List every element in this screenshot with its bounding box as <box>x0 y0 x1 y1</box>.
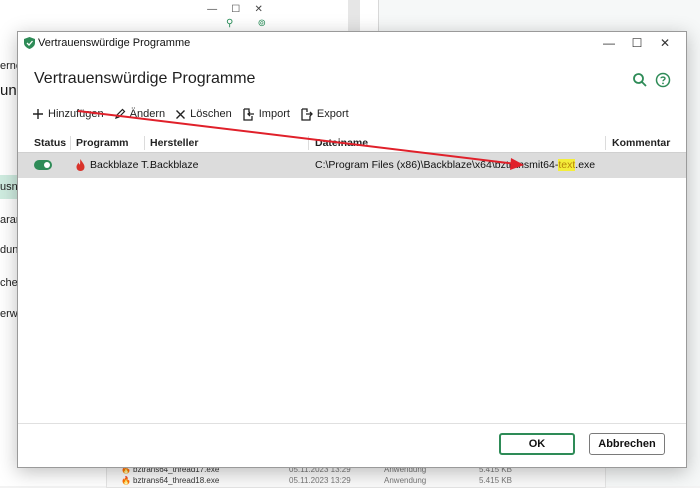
file-type: Anwendung <box>384 476 427 485</box>
ok-button[interactable]: OK <box>499 433 575 455</box>
close-button[interactable]: ✕ <box>650 34 680 52</box>
import-button-label: Import <box>258 108 290 120</box>
cancel-button[interactable]: Abbrechen <box>589 433 665 455</box>
table-row[interactable]: Backblaze T... Backblaze C:\Program File… <box>18 153 686 178</box>
window-title: Vertrauenswürdige Programme <box>38 37 191 49</box>
page-title: Vertrauenswürdige Programme <box>34 70 256 87</box>
program-name: Backblaze T... <box>90 159 156 171</box>
status-toggle[interactable] <box>34 160 52 170</box>
file-path-highlight: text <box>558 159 576 171</box>
x-icon <box>176 109 186 119</box>
file-size: 5.415 KB <box>479 476 512 485</box>
delete-button-label: Löschen <box>190 108 232 120</box>
plus-icon <box>33 109 43 119</box>
import-button[interactable]: Import <box>242 107 290 121</box>
background-sidebar-item[interactable]: che <box>0 277 17 289</box>
maximize-button[interactable]: ☐ <box>622 34 652 52</box>
add-button-label: Hinzufügen <box>48 108 104 120</box>
delete-button[interactable]: Löschen <box>175 108 232 120</box>
table-header: Status Programm Hersteller Dateiname Kom… <box>18 134 686 153</box>
edit-button[interactable]: Ändern <box>114 108 165 120</box>
background-sidebar-item: erne <box>0 60 17 72</box>
column-divider[interactable] <box>308 136 309 150</box>
column-header-filename[interactable]: Dateiname <box>315 137 368 149</box>
background-header-icons: ⚲ ⊚ <box>226 18 266 32</box>
column-header-vendor[interactable]: Hersteller <box>150 137 198 149</box>
file-path-suffix: .exe <box>575 159 596 171</box>
file-date: 05.11.2023 13:29 <box>289 476 351 485</box>
background-sidebar-item[interactable]: aran <box>0 214 17 226</box>
minimize-icon[interactable]: — <box>207 4 217 15</box>
import-icon <box>243 107 254 121</box>
background-sidebar-item[interactable]: dung <box>0 244 17 256</box>
help-icon[interactable] <box>655 72 671 88</box>
background-page-title: ung <box>0 82 17 99</box>
title-bar[interactable]: Vertrauenswürdige Programme — ☐ ✕ <box>18 32 686 54</box>
export-button[interactable]: Export <box>300 107 349 121</box>
toolbar: Hinzufügen Ändern Löschen Import Export <box>32 105 359 123</box>
trusted-programs-dialog: Vertrauenswürdige Programme — ☐ ✕ Vertra… <box>17 31 687 468</box>
programs-table: Status Programm Hersteller Dateiname Kom… <box>18 134 686 178</box>
search-icon[interactable] <box>632 72 648 88</box>
file-icon: 🔥 <box>121 476 131 485</box>
search-icon[interactable]: ⚲ <box>226 18 233 32</box>
column-divider[interactable] <box>144 136 145 150</box>
column-header-comment[interactable]: Kommentar <box>612 137 670 149</box>
shield-app-icon <box>24 37 35 49</box>
column-header-program[interactable]: Programm <box>76 137 129 149</box>
column-divider[interactable] <box>605 136 606 150</box>
export-button-label: Export <box>316 108 349 120</box>
file-path: C:\Program Files (x86)\Backblaze\x64\bzt… <box>315 159 595 171</box>
close-icon[interactable]: ✕ <box>254 4 262 15</box>
minimize-button[interactable]: — <box>594 34 624 52</box>
edit-button-label: Ändern <box>129 108 166 120</box>
export-icon <box>301 107 313 121</box>
add-button[interactable]: Hinzufügen <box>32 108 104 120</box>
help-icon[interactable]: ⊚ <box>258 18 266 32</box>
background-sidebar-item[interactable]: usna <box>0 181 17 193</box>
column-header-status[interactable]: Status <box>34 137 66 149</box>
background-sidebar-item[interactable]: erwa <box>0 308 17 320</box>
pencil-icon <box>114 108 126 119</box>
flame-icon <box>76 159 85 171</box>
file-name: bztrans64_thread18.exe <box>133 476 220 485</box>
vendor-name: Backblaze <box>150 159 199 171</box>
background-window-controls: — ☐ ✕ <box>200 0 270 18</box>
list-item[interactable]: 🔥 bztrans64_thread18.exe 05.11.2023 13:2… <box>107 474 605 485</box>
maximize-icon[interactable]: ☐ <box>231 4 240 15</box>
file-path-prefix: C:\Program Files (x86)\Backblaze\x64\bzt… <box>315 159 559 171</box>
footer-divider <box>18 423 686 424</box>
column-divider[interactable] <box>70 136 71 150</box>
